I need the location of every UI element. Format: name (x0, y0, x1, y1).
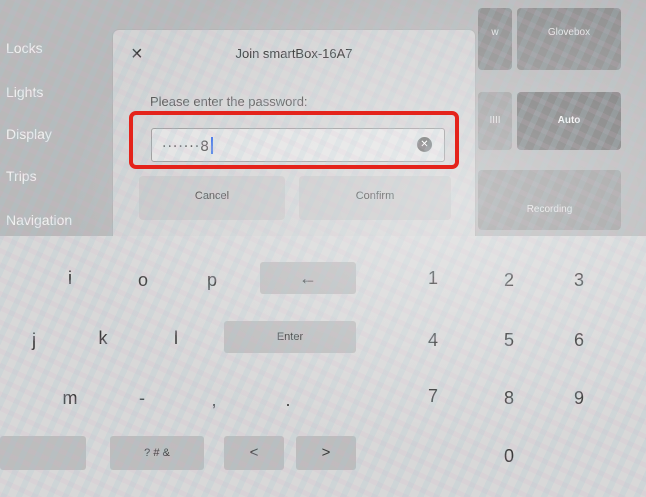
key-k[interactable]: k (93, 328, 113, 349)
side-item-navigation[interactable]: Navigation (6, 212, 72, 228)
key-o[interactable]: o (133, 270, 153, 291)
key-3[interactable]: 3 (566, 270, 592, 291)
key-6[interactable]: 6 (566, 330, 592, 351)
key-m[interactable]: m (58, 388, 82, 409)
recording-tile[interactable]: Recording (478, 170, 621, 230)
key-8[interactable]: 8 (496, 388, 522, 409)
side-item-lights[interactable]: Lights (6, 84, 43, 100)
key-5[interactable]: 5 (496, 330, 522, 351)
key-j[interactable]: j (24, 330, 44, 351)
key-7[interactable]: 7 (420, 386, 446, 407)
enter-key[interactable]: Enter (224, 321, 356, 353)
cursor-right-key[interactable]: > (296, 436, 356, 470)
shift-key[interactable] (0, 436, 86, 470)
dialog-title: Join smartBox-16A7 (235, 46, 353, 61)
side-item-display[interactable]: Display (6, 126, 52, 142)
password-prompt: Please enter the password: (150, 94, 308, 109)
settings-side-menu: Locks Lights Display Trips Navigation (0, 8, 110, 236)
side-item-trips[interactable]: Trips (6, 168, 37, 184)
glovebox-tile[interactable]: Glovebox (517, 8, 621, 70)
bars-tile[interactable]: IIII (478, 92, 512, 150)
key-2[interactable]: 2 (496, 270, 522, 291)
key-l[interactable]: l (166, 328, 186, 349)
cursor-left-key[interactable]: < (224, 436, 284, 470)
backspace-key[interactable]: ← (260, 262, 356, 294)
key-1[interactable]: 1 (420, 268, 446, 289)
key-4[interactable]: 4 (420, 330, 446, 351)
auto-tile[interactable]: Auto (517, 92, 621, 150)
symbols-key[interactable]: ? # & (110, 436, 204, 470)
key-p[interactable]: p (202, 270, 222, 291)
side-item-locks[interactable]: Locks (6, 40, 43, 56)
key-0[interactable]: 0 (496, 446, 522, 467)
highlight-annotation (129, 111, 459, 169)
key-period[interactable]: . (278, 390, 298, 411)
key-comma[interactable]: , (204, 390, 224, 411)
key-9[interactable]: 9 (566, 388, 592, 409)
wifi-password-dialog: × Join smartBox-16A7 Please enter the pa… (113, 30, 475, 236)
on-screen-keyboard: i o p ← 1 2 3 j k l Enter 4 5 6 m - , . … (0, 236, 646, 497)
key-dash[interactable]: - (132, 388, 152, 409)
cancel-button[interactable]: Cancel (139, 176, 285, 220)
bg-tile-partial[interactable]: w (478, 8, 512, 70)
key-i[interactable]: i (60, 268, 80, 289)
confirm-button[interactable]: Confirm (299, 176, 451, 220)
touchscreen: Locks Lights Display Trips Navigation w … (0, 0, 646, 497)
